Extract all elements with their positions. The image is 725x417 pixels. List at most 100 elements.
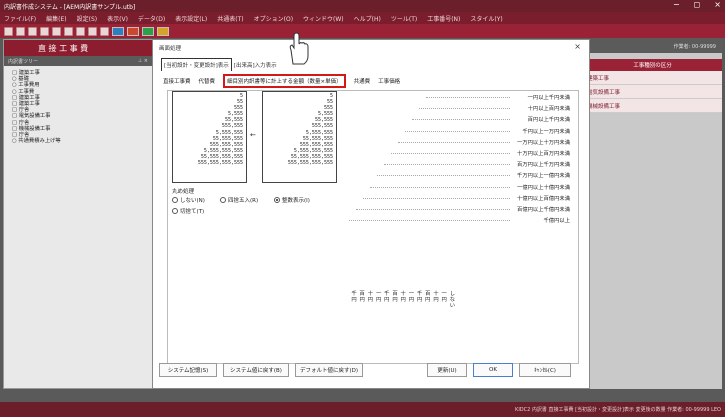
threshold-leader-line bbox=[356, 209, 510, 210]
threshold-label: 一円以上千円未満 bbox=[527, 95, 570, 101]
radio-label: しない(N) bbox=[180, 198, 205, 204]
color-yellow-icon[interactable] bbox=[157, 26, 169, 36]
menu-project-number[interactable]: 工事番号(N) bbox=[427, 14, 460, 23]
vertical-unit-label: し な い bbox=[449, 291, 456, 309]
threshold-leader-line bbox=[391, 153, 510, 154]
menu-display-settings[interactable]: 表示設定(L) bbox=[175, 14, 207, 23]
pin-icon[interactable]: ⊥ × bbox=[138, 58, 148, 64]
pointer-hand-icon bbox=[289, 32, 309, 65]
tree-header: 内訳書ツリー ⊥ × bbox=[4, 56, 154, 66]
ok-button[interactable]: OK bbox=[473, 363, 513, 377]
threshold-label: 十円以上百円未満 bbox=[527, 106, 570, 113]
vertical-unit-label: 十 円 bbox=[367, 291, 374, 303]
minimize-icon[interactable]: − bbox=[673, 0, 680, 9]
radio-selected-icon[interactable] bbox=[274, 197, 280, 203]
work-type-row[interactable]: 建築工事 bbox=[583, 71, 722, 85]
radio-icon[interactable] bbox=[220, 197, 226, 203]
tab-substitute-cost[interactable]: 代替費 bbox=[199, 77, 216, 85]
print-icon[interactable] bbox=[40, 26, 49, 36]
tab-common-cost[interactable]: 共通費 bbox=[354, 77, 371, 85]
cut-icon[interactable] bbox=[52, 26, 61, 36]
menu-bar: ファイル(F) 編集(E) 設定(S) 表示(V) データ(D) 表示設定(L)… bbox=[0, 12, 725, 24]
threshold-leader-line bbox=[384, 164, 510, 166]
project-tree: □ 建築工事 ○ 基礎 ○ 工事費用 ○ 工事費 □ 建築工事 □ 建築工事 □… bbox=[4, 66, 154, 148]
system-restore-button[interactable]: システム値に戻す(B) bbox=[223, 363, 289, 377]
tab-direct-cost[interactable]: 直接工事費 bbox=[163, 77, 191, 85]
close-icon[interactable]: × bbox=[714, 0, 721, 9]
threshold-label: 千万円以上一億円未満 bbox=[517, 173, 570, 180]
settings-panel: 5 55 555 5,555 55,555 555,555 5,555,555 … bbox=[167, 90, 579, 364]
color-green-icon[interactable] bbox=[142, 26, 154, 36]
threshold-leader-line bbox=[405, 130, 510, 132]
menu-file[interactable]: ファイル(F) bbox=[4, 14, 36, 23]
menu-view[interactable]: 表示(V) bbox=[107, 14, 128, 23]
save-icon[interactable] bbox=[28, 26, 37, 36]
redo-icon[interactable] bbox=[100, 26, 109, 36]
open-icon[interactable] bbox=[16, 26, 25, 36]
threshold-leader-line bbox=[349, 220, 510, 222]
window-title: 内訳書作成システム - [AEM内訳書サンプル.utb] bbox=[4, 3, 136, 11]
menu-tools[interactable]: ツール(T) bbox=[391, 14, 417, 23]
preview-value: 555,555,555,555 bbox=[287, 160, 333, 167]
vertical-unit-label: 一 円 bbox=[375, 291, 382, 303]
update-button[interactable]: 更新(U) bbox=[427, 363, 467, 377]
vertical-unit-label: 一 円 bbox=[441, 291, 447, 303]
menu-data[interactable]: データ(D) bbox=[138, 14, 165, 23]
number-preview-left: 5 55 555 5,555 55,555 555,555 5,555,555 … bbox=[172, 91, 247, 183]
display-settings-dialog: 画面処理 × [当初設計・変更設計]表示 [出来高]入力表示 直接工事費 代替費… bbox=[152, 39, 590, 389]
radio-icon[interactable] bbox=[172, 208, 178, 214]
rounding-integer-radio[interactable]: 整数表示(I) bbox=[274, 196, 310, 204]
threshold-leader-line bbox=[377, 175, 510, 177]
threshold-leader-line bbox=[412, 119, 510, 121]
color-blue-icon[interactable] bbox=[112, 26, 124, 36]
menu-common[interactable]: 共通表(T) bbox=[217, 14, 243, 23]
toolbar bbox=[0, 24, 725, 38]
paste-icon[interactable] bbox=[76, 26, 85, 36]
copy-icon[interactable] bbox=[64, 26, 73, 36]
sub-tabs: 直接工事費 代替費 細目別内訳書等に計上する金額（数量×単価） 共通費 工事価格 bbox=[163, 74, 400, 88]
work-type-header: 工事種別の区分 bbox=[583, 59, 722, 71]
vertical-unit-label: 千 円 bbox=[416, 291, 423, 303]
vertical-unit-label: 百 円 bbox=[425, 291, 431, 303]
radio-label: 四捨五入(R) bbox=[228, 198, 259, 204]
default-restore-button[interactable]: デフォルト値に戻す(D) bbox=[295, 363, 363, 377]
tree-header-label: 内訳書ツリー bbox=[8, 58, 39, 65]
work-type-row[interactable]: 電気設備工事 bbox=[583, 85, 722, 99]
vertical-unit-label: 千 円 bbox=[351, 291, 357, 303]
rounding-truncate-radio[interactable]: 切捨て(T) bbox=[172, 207, 204, 215]
tab-design-display[interactable]: [当初設計・変更設計]表示 bbox=[161, 58, 232, 71]
work-type-row[interactable]: 機械設備工事 bbox=[583, 99, 722, 113]
radio-label: 整数表示(I) bbox=[282, 198, 310, 204]
new-icon[interactable] bbox=[4, 26, 13, 36]
threshold-label: 一億円以上十億円未満 bbox=[517, 184, 570, 191]
dialog-close-icon[interactable]: × bbox=[574, 42, 581, 51]
menu-edit[interactable]: 編集(E) bbox=[46, 14, 66, 23]
app-window: 内訳書作成システム - [AEM内訳書サンプル.utb] − ◻ × ファイル(… bbox=[0, 0, 725, 417]
threshold-label: 百円以上千円未満 bbox=[527, 117, 570, 124]
menu-window[interactable]: ウィンドウ(W) bbox=[303, 14, 344, 23]
radio-icon[interactable] bbox=[172, 197, 178, 203]
tab-itemized-amount[interactable]: 細目別内訳書等に計上する金額（数量×単価） bbox=[223, 74, 346, 88]
vertical-unit-label: 十 円 bbox=[433, 291, 439, 303]
menu-help[interactable]: ヘルプ(H) bbox=[354, 14, 381, 23]
rounding-none-radio[interactable]: しない(N) bbox=[172, 196, 205, 204]
tab-construction-price[interactable]: 工事価格 bbox=[378, 77, 400, 85]
menu-settings[interactable]: 設定(S) bbox=[77, 14, 98, 23]
tab-progress-input[interactable]: [出来高]入力表示 bbox=[232, 59, 279, 71]
undo-icon[interactable] bbox=[88, 26, 97, 36]
left-panel: 直 接 工 事 費 内訳書ツリー ⊥ × □ 建築工事 ○ 基礎 ○ 工事費用 … bbox=[3, 39, 155, 389]
rounding-round-radio[interactable]: 四捨五入(R) bbox=[220, 196, 258, 204]
threshold-label: 一万円以上十万円未満 bbox=[517, 139, 570, 146]
cancel-button[interactable]: ｷｬﾝｾﾙ(C) bbox=[519, 363, 571, 377]
threshold-leader-line bbox=[370, 186, 510, 188]
threshold-label: 十万円以上百万円未満 bbox=[517, 151, 570, 157]
system-memory-button[interactable]: システム記憶(S) bbox=[159, 363, 217, 377]
threshold-leader-line bbox=[426, 97, 510, 98]
right-panel: 作業者: 00-99999 工事種別の区分 建築工事 電気設備工事 機械設備工事 bbox=[583, 39, 722, 389]
operator-label: 作業者: 00-99999 bbox=[583, 39, 722, 53]
color-red-icon[interactable] bbox=[127, 26, 139, 36]
menu-style[interactable]: スタイル(Y) bbox=[470, 14, 502, 23]
tree-item[interactable]: ○ 共通費積み上げ等 bbox=[12, 138, 146, 144]
maximize-icon[interactable]: ◻ bbox=[694, 0, 701, 9]
menu-options[interactable]: オプション(O) bbox=[254, 14, 293, 23]
